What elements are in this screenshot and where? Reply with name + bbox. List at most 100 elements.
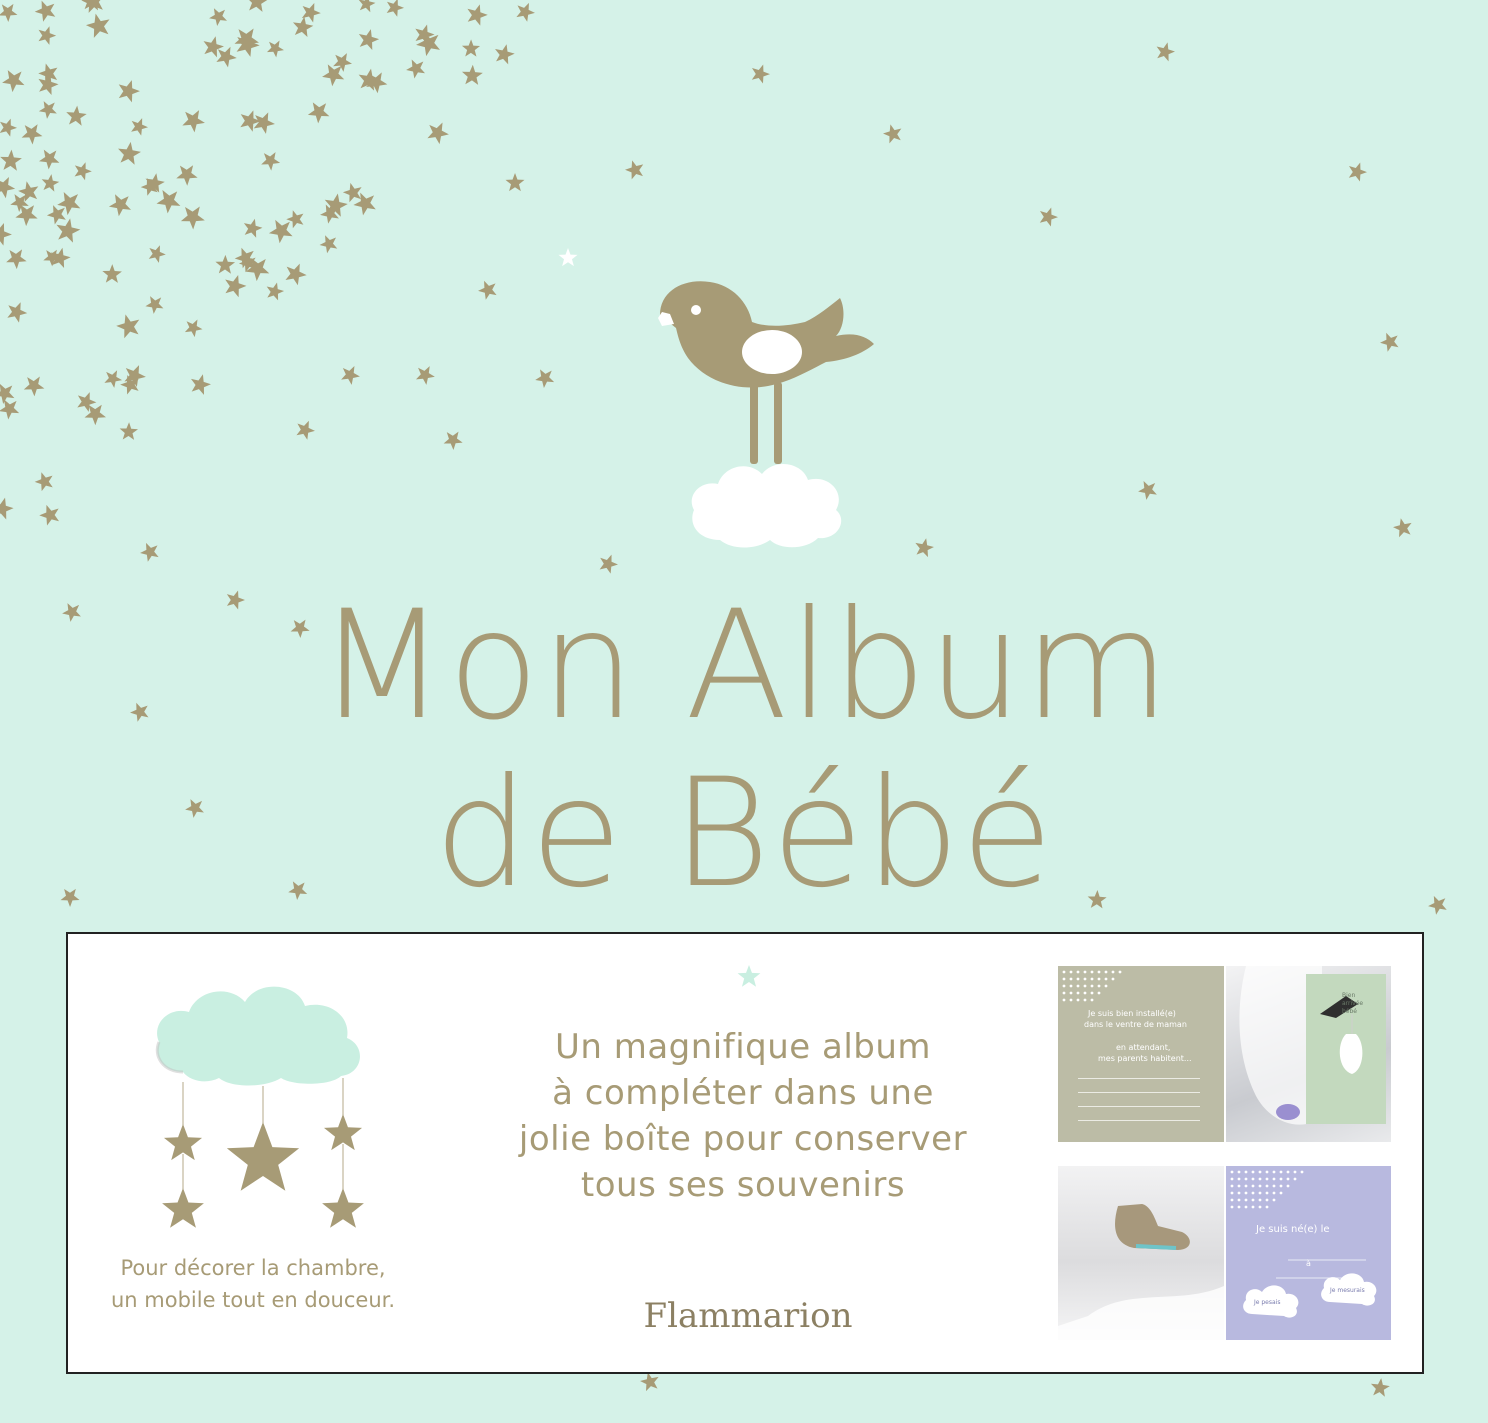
star-icon [148,245,166,263]
star-icon [145,296,164,314]
star-icon [341,366,360,385]
star-icon [535,369,555,388]
star-icon [215,254,236,274]
thumbnail-page-pregnancy: Je suis bien installé(e) dans le ventre … [1058,966,1224,1142]
star-icon [176,165,198,186]
bird-on-cloud-illustration [658,281,874,548]
birth-page-text-1: Je suis né(e) le [1256,1224,1330,1235]
star-icon [23,376,45,397]
hanging-stars [162,1114,364,1228]
star-icon [246,0,269,12]
star-icon [140,542,159,562]
tagline-line-1: Un magnifique album [554,1027,932,1067]
birth-page-illustration [1230,1170,1377,1318]
booties-illustration [1058,1204,1224,1340]
star-icon [41,174,60,192]
thumbnail-line [1078,1092,1200,1093]
star-icon [1380,332,1399,352]
star-icon [307,102,330,124]
cloud-label-weight: Je pesais [1254,1299,1281,1306]
star-icon [0,383,15,404]
card-text-line-2: arrivée [1342,1000,1364,1007]
star-icon [266,40,284,58]
star-icon [38,26,57,45]
star-icon [495,44,515,65]
star-icon [85,13,110,38]
cloud-icon [691,463,842,548]
mobile-caption-line-2: un mobile tout en douceur. [110,1288,396,1312]
star-icon [2,70,25,93]
star-icon [301,2,321,23]
thumbnail-text-4: mes parents habitent... [1098,1054,1192,1063]
star-icon [386,0,405,17]
star-icon [915,538,934,558]
star-icon [751,64,770,84]
star-icon [0,149,22,171]
star-icon [21,124,43,145]
star-icon [34,0,56,22]
star-icon [116,314,140,339]
star-icon [119,422,139,440]
star-icon [266,282,285,301]
thumbnail-page-birth: Je suis né(e) le à Je pesais Je mesurais [1226,1166,1391,1340]
star-icon [209,8,227,27]
mint-star-icon [737,965,761,987]
star-icon [108,194,132,217]
star-icon [118,141,141,165]
thumbnail-text-2: dans le ventre de maman [1084,1020,1187,1029]
star-icon [131,118,149,136]
star-icon [74,162,92,181]
mobile-caption-line-1: Pour décorer la chambre, [120,1256,386,1280]
star-icon [0,118,18,137]
star-icon [243,218,263,238]
card-text: Bien arrivée bébé [1342,992,1363,1016]
star-icon [102,264,122,283]
album-title-line-2: de Bébé [433,747,1055,921]
thumbnail-line [1078,1078,1200,1079]
star-icon [180,206,205,230]
star-icon [261,152,281,171]
card-text-line-1: Bien [1342,992,1356,999]
star-icon [461,39,481,57]
star-icon [461,64,483,85]
star-icon [478,280,497,300]
star-icon [226,1122,300,1191]
birth-page-text-2: à [1306,1259,1311,1268]
star-icon [467,4,488,26]
thumbnail-line [1078,1120,1200,1121]
star-icon [599,554,618,574]
star-icon [191,374,211,395]
star-icon [1370,1378,1390,1397]
star-icon [182,110,205,133]
thumbnail-text-3: en attendant, [1116,1043,1171,1052]
star-icon [0,3,18,23]
promo-band: Pour décorer la chambre, un mobile tout … [66,932,1424,1374]
thumbnail-photo-booties [1058,1166,1224,1340]
star-icon [1138,481,1157,500]
star-icon [184,319,203,338]
thumbnail-line [1078,1106,1200,1107]
tagline-line-2: à compléter dans une [552,1073,934,1113]
star-icon [39,504,60,526]
stork-card: Bien arrivée bébé [1306,974,1386,1124]
card-text-line-3: bébé [1342,1008,1357,1015]
star-icon [162,1188,204,1228]
star-icon [1348,162,1367,182]
thumbnail-text-1: Je suis bien installé(e) [1088,1009,1176,1018]
star-icon [322,1188,364,1228]
cloud-label-height: Je mesurais [1330,1287,1365,1294]
cloud-icon [155,986,360,1086]
star-icon [104,370,123,388]
album-title-line-1: Mon Album [317,579,1171,753]
star-icon [38,101,57,119]
star-icon [225,274,247,298]
star-icon [1039,207,1058,227]
star-icon [558,248,578,267]
publisher-name: Flammarion [643,1296,853,1336]
star-icon [66,105,87,126]
star-icon [415,366,435,385]
star-icon [81,0,105,13]
star-icon [1156,42,1175,62]
star-icon [285,263,307,286]
star-icon [0,223,12,246]
